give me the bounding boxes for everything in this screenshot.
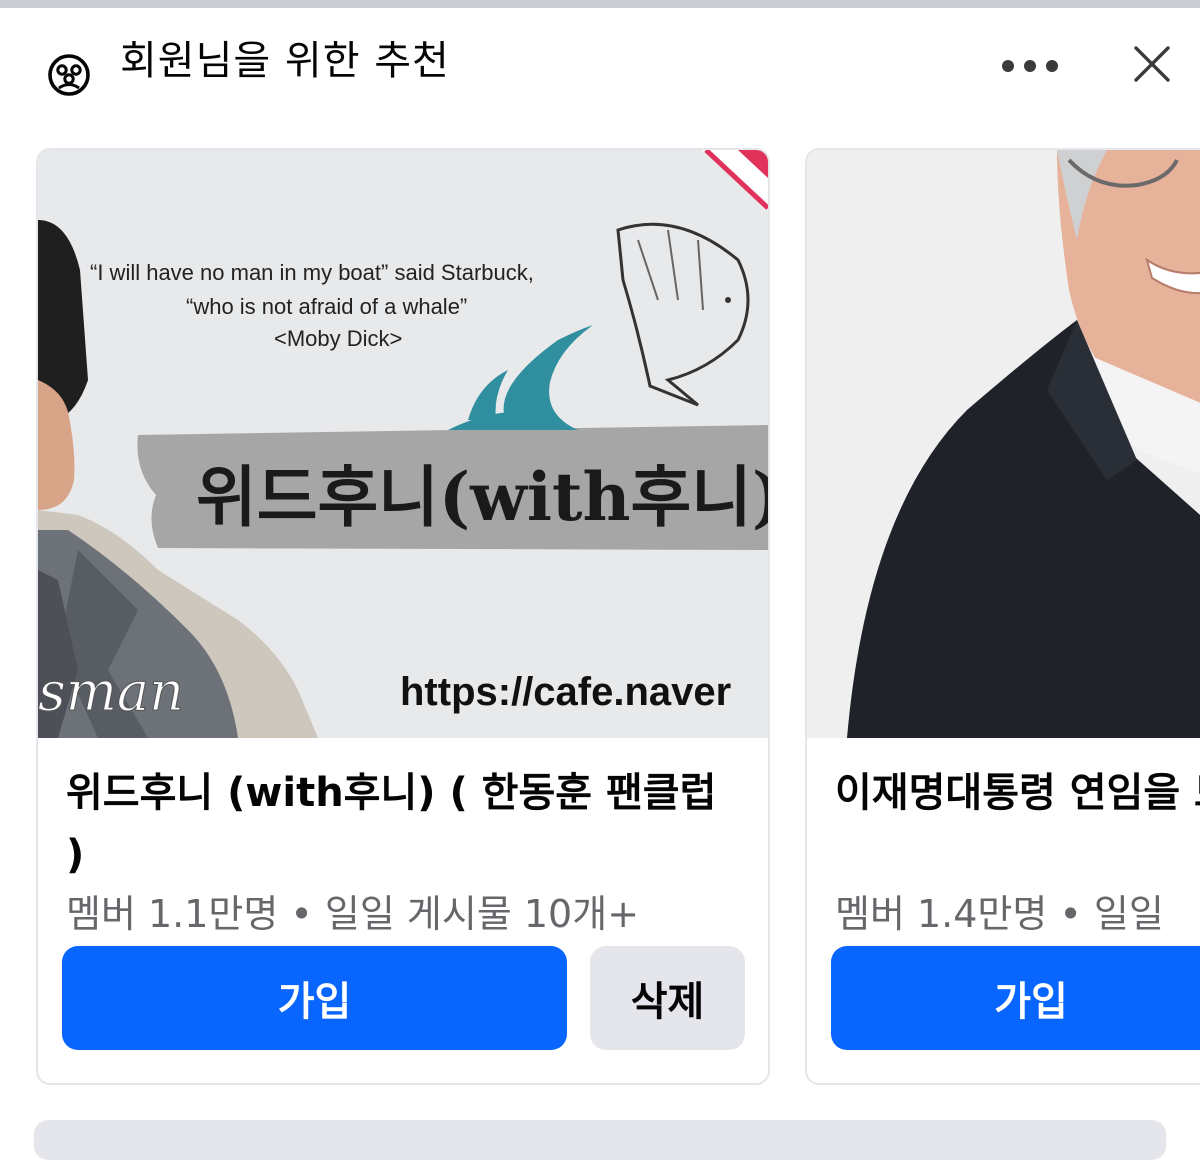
group-icon	[48, 54, 90, 96]
svg-text:“I will have no man in my boat: “I will have no man in my boat” said Sta…	[90, 260, 534, 285]
join-button[interactable]: 가입	[62, 946, 567, 1050]
cover-quote-source: <Moby Dick>	[274, 326, 402, 351]
svg-text:https://cafe.naver: https://cafe.naver	[400, 670, 731, 714]
close-icon[interactable]	[1128, 40, 1176, 88]
join-button[interactable]: 가입	[831, 946, 1200, 1050]
more-icon	[1002, 60, 1014, 72]
svg-text:위드후니(with후니)(한동: 위드후니(with후니)(한동	[196, 458, 768, 536]
remove-button[interactable]: 삭제	[590, 946, 745, 1050]
cover-quote-line2: “who is not afraid of a whale”	[186, 294, 467, 319]
cover-photo	[807, 150, 1200, 738]
group-name[interactable]: 이재명대통령 연임을 모임	[835, 762, 1200, 824]
group-stats: 멤버 1.4만명 • 일일	[835, 892, 1164, 936]
group-name[interactable]: 위드후니 (with후니) ( 한동훈 팬클럽 )	[66, 762, 726, 886]
group-card[interactable]: 이재명대통령 연임을 모임 멤버 1.4만명 • 일일 가입	[805, 148, 1200, 1085]
svg-text:sman: sman	[38, 660, 184, 723]
group-cover-image[interactable]	[807, 150, 1200, 738]
section-title: 회원님을 위한 추천	[120, 38, 450, 84]
group-card[interactable]: “I will have no man in my boat” said Sta…	[36, 148, 770, 1085]
group-stats: 멤버 1.1만명 • 일일 게시물 10개+	[66, 892, 640, 936]
more-options-button[interactable]	[996, 48, 1064, 84]
next-section-card	[34, 1120, 1166, 1160]
recommendations-header: 회원님을 위한 추천	[0, 8, 1200, 118]
cover-artwork: “I will have no man in my boat” said Sta…	[38, 150, 768, 738]
top-divider	[0, 0, 1200, 8]
group-cover-image[interactable]: “I will have no man in my boat” said Sta…	[38, 150, 768, 738]
